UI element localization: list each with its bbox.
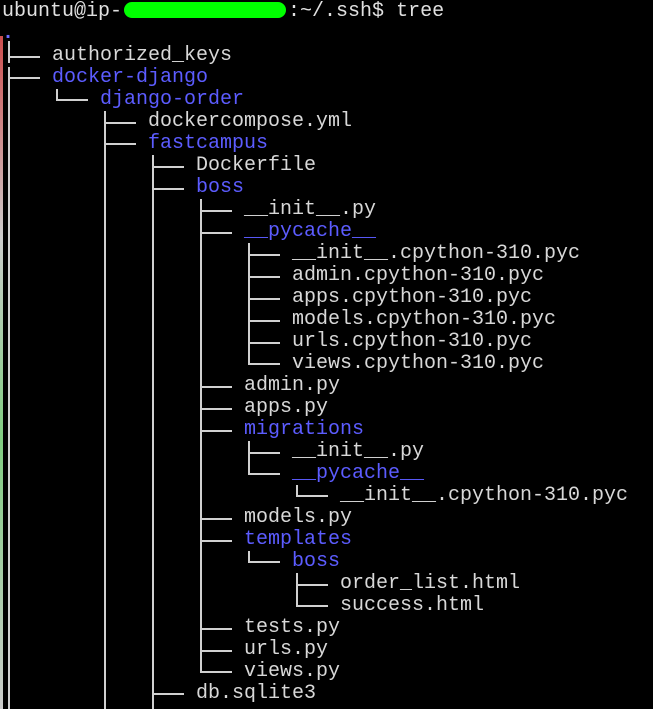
tree-corner-connector	[248, 353, 280, 365]
tree-file-entry: admin.py	[244, 374, 341, 397]
tree-corner-connector	[296, 485, 328, 497]
tree-file-entry: __init__.cpython-310.pyc	[340, 484, 629, 507]
tree-dir-entry: boss	[196, 176, 245, 199]
tree-dir-entry: templates	[244, 528, 353, 551]
terminal-window[interactable]: ubuntu@ip-:~/.ssh$ tree . authorized_key…	[0, 0, 653, 709]
tree-branch-connector	[8, 56, 40, 58]
tree-dir-entry: __pycache__	[292, 462, 425, 485]
tree-corner-connector	[200, 661, 232, 673]
tree-vertical-connector	[152, 683, 154, 709]
tree-vertical-connector	[248, 265, 250, 287]
tree-file-entry: dockercompose.yml	[148, 110, 353, 133]
tree-dir-entry: docker-django	[52, 66, 209, 89]
tree-branch-connector	[200, 210, 232, 212]
tree-file-entry: views.cpython-310.pyc	[292, 352, 545, 375]
tree-file-entry: models.py	[244, 506, 353, 529]
prompt-user-host: ubuntu@ip-	[2, 0, 123, 23]
tree-file-entry: __init__.cpython-310.pyc	[292, 242, 581, 265]
tree-vertical-connector	[104, 133, 106, 709]
tree-branch-connector	[200, 518, 232, 520]
tree-vertical-connector	[104, 111, 106, 133]
tree-branch-connector	[152, 166, 184, 168]
tree-vertical-connector	[200, 419, 202, 507]
tree-branch-connector	[200, 408, 232, 410]
tree-corner-connector	[104, 133, 136, 145]
tree-branch-connector	[200, 650, 232, 652]
command-text: tree	[396, 0, 445, 23]
tree-branch-connector	[200, 628, 232, 630]
tree-corner-connector	[152, 683, 184, 695]
tree-branch-connector	[248, 298, 280, 300]
tree-file-entry: apps.cpython-310.pyc	[292, 286, 533, 309]
tree-vertical-connector	[200, 507, 202, 529]
tree-file-entry: models.cpython-310.pyc	[292, 308, 557, 331]
tree-vertical-connector	[248, 243, 250, 265]
tree-vertical-connector	[152, 155, 154, 177]
tree-branch-connector	[200, 232, 232, 234]
tree-vertical-connector	[248, 287, 250, 309]
tree-file-entry: tests.py	[244, 616, 341, 639]
prompt-path: :~/.ssh$	[288, 0, 385, 23]
tree-corner-connector	[8, 67, 40, 79]
tree-dir-entry: boss	[292, 550, 341, 573]
tree-vertical-connector	[200, 529, 202, 617]
tree-file-entry: Dockerfile	[196, 154, 317, 177]
tree-vertical-connector	[200, 375, 202, 397]
tree-file-entry: authorized_keys	[52, 44, 233, 67]
tree-file-entry: views.py	[244, 660, 341, 683]
shell-prompt: ubuntu@ip- :~/.ssh$ tree	[2, 1, 444, 23]
tree-vertical-connector	[200, 199, 202, 221]
tree-branch-connector	[248, 276, 280, 278]
tree-file-entry: order_list.html	[340, 572, 521, 595]
tree-branch-connector	[152, 188, 184, 190]
redacted-ip	[124, 2, 287, 18]
tree-branch-connector	[248, 452, 280, 454]
tree-vertical-connector	[200, 221, 202, 375]
tree-vertical-connector	[200, 617, 202, 639]
tree-corner-connector	[296, 595, 328, 607]
tree-file-entry: admin.cpython-310.pyc	[292, 264, 545, 287]
tree-corner-connector	[248, 551, 280, 563]
tree-dir-entry: migrations	[244, 418, 365, 441]
tree-corner-connector	[56, 89, 88, 101]
tree-file-entry: urls.cpython-310.pyc	[292, 330, 533, 353]
tree-vertical-connector	[8, 41, 10, 63]
tree-branch-connector	[248, 254, 280, 256]
tree-corner-connector	[248, 463, 280, 475]
tree-file-entry: success.html	[340, 594, 485, 617]
tree-dir-entry: __pycache__	[244, 220, 377, 243]
tree-vertical-connector	[296, 573, 298, 595]
tree-vertical-connector	[152, 177, 154, 683]
tree-vertical-connector	[200, 397, 202, 419]
tree-file-entry: apps.py	[244, 396, 329, 419]
tree-branch-connector	[296, 584, 328, 586]
tree-branch-connector	[248, 342, 280, 344]
tree-vertical-connector	[200, 639, 202, 661]
tree-vertical-connector	[248, 331, 250, 353]
tree-vertical-connector	[248, 309, 250, 331]
tree-file-entry: __init__.py	[244, 198, 377, 221]
tree-branch-connector	[200, 386, 232, 388]
tree-vertical-connector	[248, 441, 250, 463]
terminal-left-edge	[0, 36, 3, 709]
tree-file-entry: db.sqlite3	[196, 682, 317, 705]
tree-dir-entry: fastcampus	[148, 132, 269, 155]
tree-branch-connector	[248, 320, 280, 322]
tree-dir-entry: django-order	[100, 88, 245, 111]
tree-file-entry: __init__.py	[292, 440, 425, 463]
tree-vertical-connector	[8, 67, 10, 709]
tree-branch-connector	[104, 122, 136, 124]
tree-branch-connector	[200, 430, 232, 432]
tree-file-entry: urls.py	[244, 638, 329, 661]
tree-branch-connector	[200, 540, 232, 542]
